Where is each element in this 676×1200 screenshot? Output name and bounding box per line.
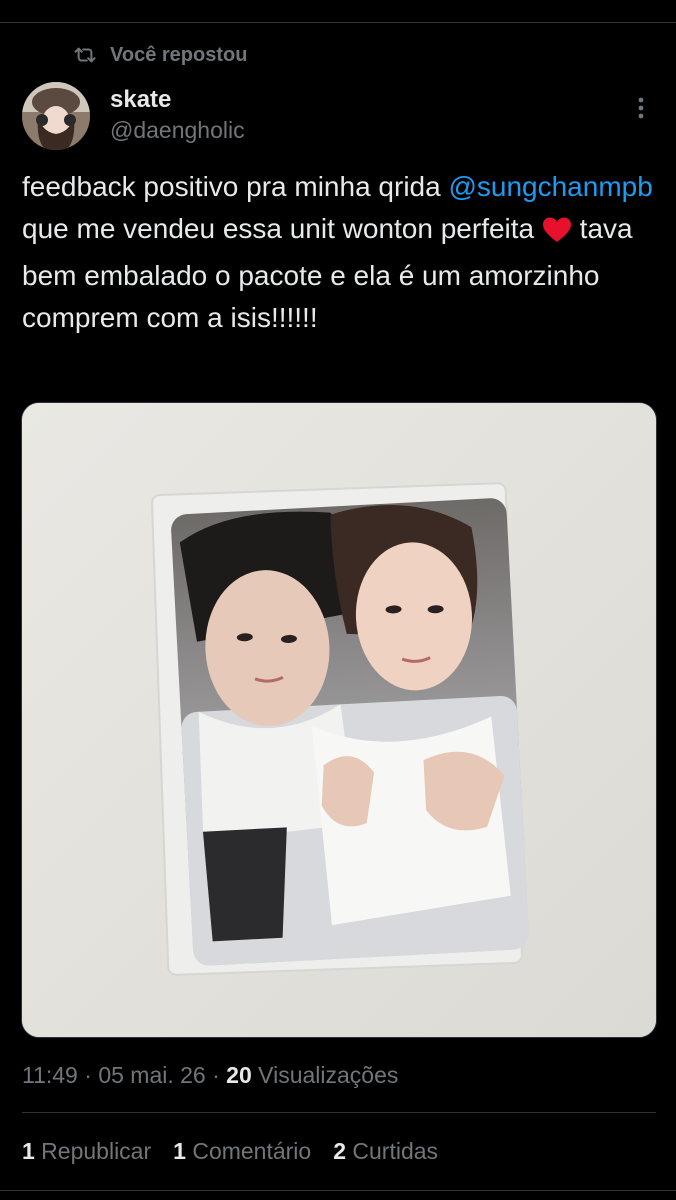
engagement-stats: 1 Republicar 1 Comentário 2 Curtidas bbox=[22, 1138, 438, 1165]
tweet-metadata: 11:49 · 05 mai. 26 · 20 Visualizações bbox=[22, 1062, 398, 1089]
likes-count: 2 bbox=[333, 1138, 347, 1164]
views-count: 20 bbox=[226, 1062, 252, 1088]
tweet-text-start: feedback positivo pra minha qrida bbox=[22, 171, 449, 202]
more-options-icon[interactable] bbox=[630, 94, 652, 124]
tweet-photo[interactable] bbox=[21, 402, 657, 1038]
reposts-count: 1 bbox=[22, 1138, 35, 1164]
avatar[interactable] bbox=[22, 82, 90, 150]
reposts-stat[interactable]: 1 Republicar bbox=[22, 1138, 151, 1165]
heart-emoji-icon bbox=[542, 213, 572, 255]
tweet-time[interactable]: 11:49 bbox=[22, 1062, 78, 1089]
comments-label: Comentário bbox=[185, 1138, 312, 1164]
repost-icon bbox=[74, 45, 96, 65]
repost-label: Você repostou bbox=[110, 43, 248, 66]
repost-indicator: Você repostou bbox=[74, 40, 247, 70]
top-divider bbox=[0, 22, 676, 23]
mention-link[interactable]: @sungchanmpb bbox=[448, 171, 652, 202]
comments-stat[interactable]: 1 Comentário bbox=[173, 1138, 311, 1165]
comments-count: 1 bbox=[173, 1138, 186, 1164]
tweet-text: feedback positivo pra minha qrida @sungc… bbox=[22, 166, 662, 339]
bottom-divider bbox=[0, 1190, 676, 1191]
meta-separator: · bbox=[205, 1062, 227, 1088]
likes-label: Curtidas bbox=[346, 1138, 439, 1164]
author-handle[interactable]: @daengholic bbox=[110, 117, 245, 144]
reposts-label: Republicar bbox=[34, 1138, 152, 1164]
tweet-text-middle: que me vendeu essa unit wonton perfeita bbox=[22, 213, 542, 244]
likes-stat[interactable]: 2 Curtidas bbox=[333, 1138, 438, 1165]
tweet-date[interactable]: 05 mai. 26 bbox=[98, 1062, 205, 1089]
stats-divider bbox=[22, 1112, 656, 1113]
author-name[interactable]: skate bbox=[110, 86, 171, 114]
photo-image bbox=[22, 403, 656, 1037]
meta-separator: · bbox=[77, 1062, 99, 1088]
views-label: Visualizações bbox=[251, 1062, 399, 1088]
